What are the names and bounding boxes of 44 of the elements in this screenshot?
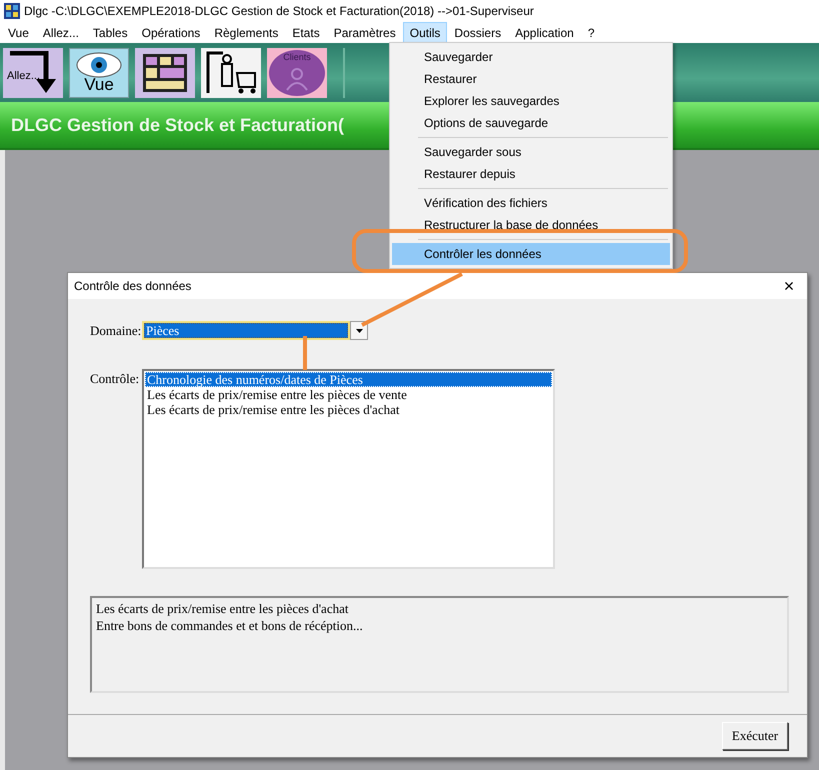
window-title: Dlgc -C:\DLGC\EXEMPLE2018-DLGC Gestion de Stock et Facturation(2018) -->01-Superviseur [24, 4, 534, 18]
menu-item[interactable]: Dossiers [447, 22, 508, 43]
toolbar-button[interactable] [201, 48, 261, 98]
menu-item[interactable]: Opérations [134, 22, 208, 43]
banner-title: DLGC Gestion de Stock et Facturation( [11, 114, 344, 136]
grid-icon [143, 54, 187, 92]
field-label: Domaine: [90, 322, 142, 339]
goto-arrow-icon [8, 51, 58, 94]
menu-item[interactable]: Règlements [207, 22, 286, 43]
list-item[interactable]: Les écarts de prix/remise entre les pièces de vente [145, 387, 552, 402]
menu-item[interactable]: Tables [86, 22, 135, 43]
field-label: Contrôle: [90, 370, 140, 387]
dropdown-arrow-icon [356, 328, 362, 332]
menu-item[interactable]: Sauvegarder sous [392, 141, 670, 163]
menu-item[interactable]: Paramètres [326, 22, 403, 43]
person-cart-icon [206, 51, 256, 94]
menu-item[interactable]: ? [580, 22, 602, 43]
list-item[interactable]: Les écarts de prix/remise entre les pièces d'achat [145, 402, 552, 417]
menu-item[interactable]: Outils [402, 22, 448, 43]
description-text: Les écarts de prix/remise entre les pièces d'achat [96, 600, 350, 617]
toolbar-button[interactable] [135, 48, 195, 98]
app-icon [4, 3, 20, 19]
menu-item[interactable]: Restaurer depuis [392, 163, 670, 185]
menu-item[interactable]: Etats [285, 22, 327, 43]
people-icon [269, 50, 325, 96]
toolbar-button[interactable]: Vue [69, 48, 129, 98]
execute-button[interactable]: Exécuter [722, 722, 788, 750]
menu-item[interactable]: Explorer les sauvegardes [392, 90, 670, 112]
menu-item[interactable]: Options de sauvegarde [392, 112, 670, 134]
menu-item[interactable]: Application [508, 22, 581, 43]
menu-item[interactable]: Sauvegarder [392, 46, 670, 68]
dialog-title: Contrôle des données [74, 279, 192, 293]
close-button[interactable]: × [777, 276, 801, 296]
menu-item[interactable]: Vérification des fichiers [392, 192, 670, 214]
leader-line [303, 336, 307, 370]
menu-item[interactable]: Restructurer la base de données [392, 214, 670, 236]
menu-item[interactable]: Contrôler les données [392, 243, 670, 265]
menu-item[interactable]: Restaurer [392, 68, 670, 90]
toolbar-button[interactable]: Allez... [3, 48, 63, 98]
description-text: Entre bons de commandes et et bons de récéption... [96, 617, 364, 634]
menu-item[interactable]: Allez... [36, 22, 86, 43]
eye-icon [76, 52, 122, 78]
list-item[interactable]: Chronologie des numéros/dates de Pièces [145, 372, 552, 387]
menu-item[interactable]: Vue [1, 22, 36, 43]
